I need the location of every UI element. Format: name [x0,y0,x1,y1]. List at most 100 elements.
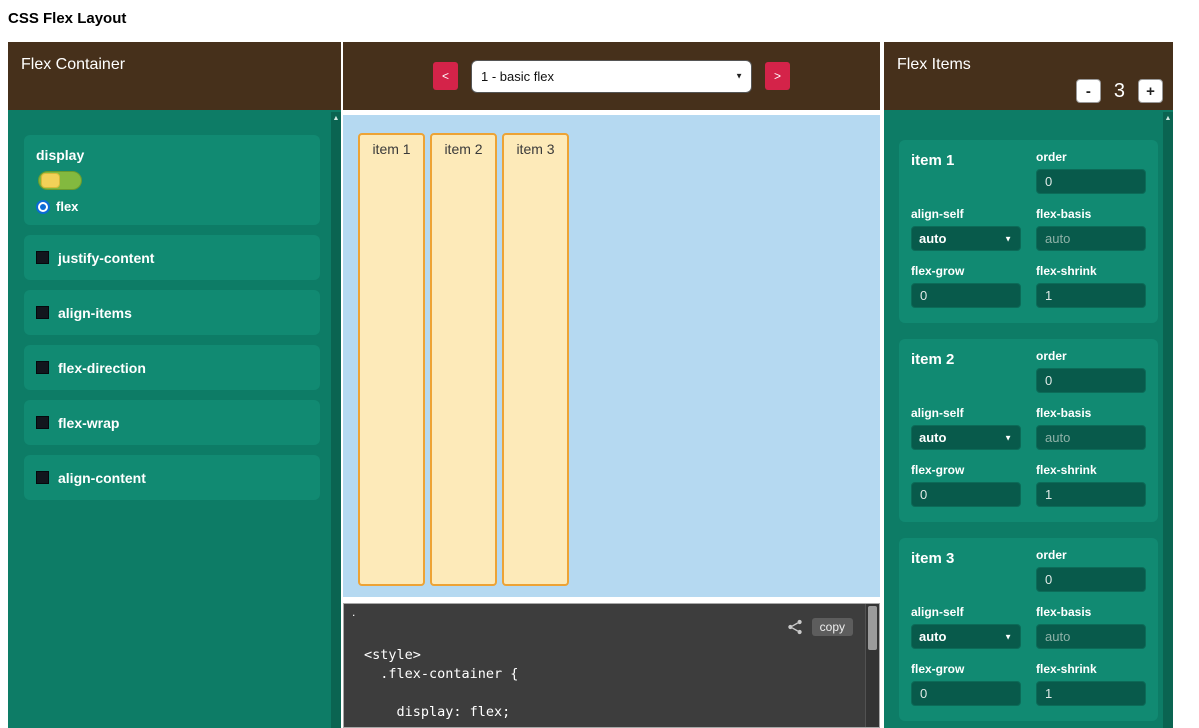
flex-basis-input[interactable] [1036,624,1146,649]
order-label: order [1036,349,1146,363]
item-3-order-field: order [1036,548,1146,592]
flex-direction-row: flex-direction [24,345,320,390]
flex-wrap-label: flex-wrap [58,415,119,431]
next-example-button[interactable]: > [765,62,790,90]
flex-container-panel: Flex Container display flex justify-cont… [8,42,341,728]
flex-basis-label: flex-basis [1036,605,1146,619]
flex-items-title: Flex Items [897,56,971,74]
item-3-align-self-field: align-self auto ▼ [911,605,1021,649]
code-content: <style> .flex-container { display: flex; [364,646,518,722]
display-toggle-switch[interactable] [38,171,82,190]
flex-items-header: Flex Items - 3 + [884,42,1173,110]
item-2-flex-basis-field: flex-basis [1036,406,1146,450]
display-label: display [36,147,308,163]
flex-shrink-input[interactable] [1036,482,1146,507]
code-scrollbar-thumb[interactable] [868,606,877,650]
align-self-select-wrap: auto ▼ [911,425,1021,450]
item-3-name: item 3 [911,548,1021,592]
flex-items-panel: Flex Items - 3 + item 1 order align-self… [884,42,1173,728]
display-flex-radio-row: flex [36,199,308,214]
flex-grow-label: flex-grow [911,463,1021,477]
item-3-flex-grow-field: flex-grow [911,662,1021,706]
code-corner-dot: . [352,605,355,619]
scroll-up-icon[interactable]: ▲ [331,112,341,122]
container-controls: display flex justify-content align-items [8,110,341,500]
flex-grow-input[interactable] [911,283,1021,308]
toggle-knob [41,173,60,188]
flex-grow-label: flex-grow [911,264,1021,278]
code-toolbar: copy [787,618,853,636]
align-items-checkbox[interactable] [36,306,49,319]
justify-content-checkbox[interactable] [36,251,49,264]
item-1-flex-grow-field: flex-grow [911,264,1021,308]
item-1-card: item 1 order align-self auto ▼ flex-basi [899,140,1158,323]
scroll-up-icon[interactable]: ▲ [1163,112,1173,122]
align-self-select-wrap: auto ▼ [911,226,1021,251]
align-content-label: align-content [58,470,146,486]
flex-shrink-input[interactable] [1036,681,1146,706]
flex-shrink-label: flex-shrink [1036,463,1146,477]
code-panel: . copy <style> .flex-container { display… [343,603,880,728]
flex-grow-input[interactable] [911,482,1021,507]
copy-button[interactable]: copy [812,618,853,636]
item-2-flex-shrink-field: flex-shrink [1036,463,1146,507]
right-panel-scrollbar[interactable]: ▲ [1163,112,1173,728]
align-self-select[interactable]: auto [911,624,1021,649]
align-self-select[interactable]: auto [911,425,1021,450]
left-panel-scrollbar[interactable]: ▲ [331,112,341,728]
item-2-name: item 2 [911,349,1021,393]
item-1-flex-shrink-field: flex-shrink [1036,264,1146,308]
item-3-flex-basis-field: flex-basis [1036,605,1146,649]
flex-grow-label: flex-grow [911,662,1021,676]
code-scrollbar[interactable] [865,604,879,727]
order-input[interactable] [1036,169,1146,194]
prev-example-button[interactable]: < [433,62,458,90]
flex-preview-area: item 1 item 2 item 3 [343,115,880,597]
item-3-card: item 3 order align-self auto ▼ flex-basi [899,538,1158,721]
flex-container-body: display flex justify-content align-items [8,110,341,728]
display-control-box: display flex [24,135,320,225]
flex-direction-checkbox[interactable] [36,361,49,374]
align-items-row: align-items [24,290,320,335]
item-count-controls: - 3 + [1076,79,1163,103]
preview-item-2: item 2 [430,133,497,586]
item-2-card: item 2 order align-self auto ▼ flex-basi [899,339,1158,522]
flex-radio-label: flex [56,199,78,214]
flex-basis-label: flex-basis [1036,207,1146,221]
order-input[interactable] [1036,368,1146,393]
flex-basis-label: flex-basis [1036,406,1146,420]
align-self-select[interactable]: auto [911,226,1021,251]
flex-radio[interactable] [36,200,50,214]
item-1-align-self-field: align-self auto ▼ [911,207,1021,251]
item-2-align-self-field: align-self auto ▼ [911,406,1021,450]
code-line: <style> [364,646,518,665]
align-self-select-wrap: auto ▼ [911,624,1021,649]
flex-shrink-input[interactable] [1036,283,1146,308]
page-title: CSS Flex Layout [8,10,126,27]
item-count: 3 [1114,80,1125,103]
item-2-order-field: order [1036,349,1146,393]
flex-container-header: Flex Container [8,42,341,110]
flex-basis-input[interactable] [1036,226,1146,251]
justify-content-label: justify-content [58,250,154,266]
remove-item-button[interactable]: - [1076,79,1101,103]
example-select-wrap: 1 - basic flex ▼ [471,60,752,93]
code-line: .flex-container { [364,665,518,684]
item-cards: item 1 order align-self auto ▼ flex-basi [884,110,1173,721]
align-content-checkbox[interactable] [36,471,49,484]
preview-item-3: item 3 [502,133,569,586]
align-items-label: align-items [58,305,132,321]
share-icon[interactable] [787,619,803,635]
order-label: order [1036,150,1146,164]
order-input[interactable] [1036,567,1146,592]
flex-direction-label: flex-direction [58,360,146,376]
example-select[interactable]: 1 - basic flex [471,60,752,93]
code-line [364,684,518,703]
flex-wrap-checkbox[interactable] [36,416,49,429]
flex-grow-input[interactable] [911,681,1021,706]
add-item-button[interactable]: + [1138,79,1163,103]
preview-item-1: item 1 [358,133,425,586]
item-1-name: item 1 [911,150,1021,194]
radio-dot [40,204,46,210]
flex-basis-input[interactable] [1036,425,1146,450]
